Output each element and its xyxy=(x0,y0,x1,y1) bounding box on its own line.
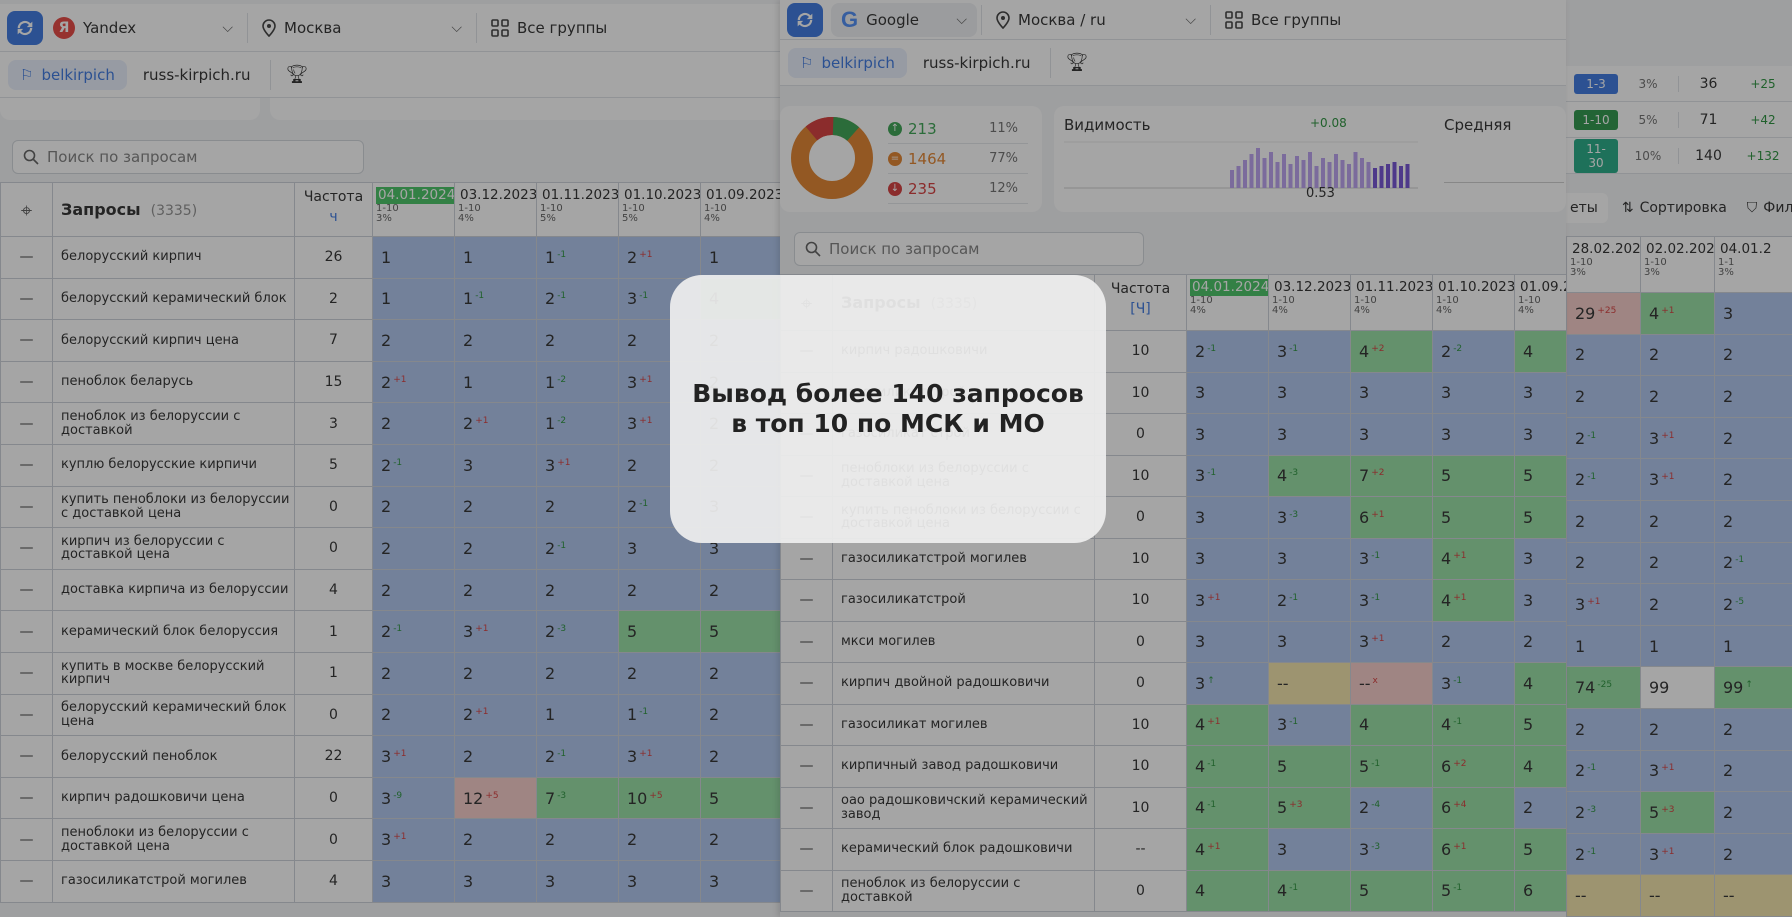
promo-message: Вывод более 140 запросов в топ 10 по МСК… xyxy=(692,378,1084,439)
promo-message-box: Вывод более 140 запросов в топ 10 по МСК… xyxy=(670,275,1106,543)
